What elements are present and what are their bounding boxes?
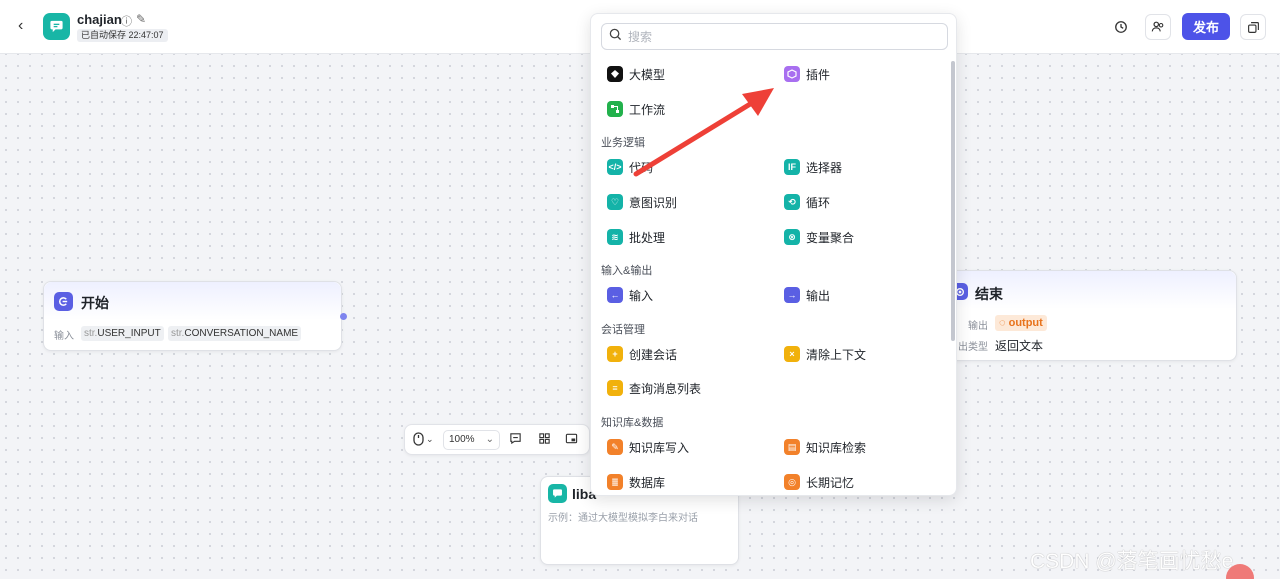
node-item-label: 变量聚合 — [806, 230, 855, 245]
save-status-badge: 已自动保存 22:47:07 — [77, 29, 168, 42]
search-box[interactable] — [601, 23, 948, 50]
node-item-label: 意图识别 — [629, 195, 678, 210]
node-title: 结束 — [975, 286, 1003, 302]
node-item-label: 清除上下文 — [806, 347, 867, 362]
chevron-down-icon: ⌄ — [485, 434, 494, 445]
node-item-output[interactable]: → 输出 — [784, 284, 830, 306]
history-icon — [1115, 21, 1127, 33]
node-item-label: 选择器 — [806, 160, 843, 175]
layers-icon: ≋ — [607, 229, 623, 245]
message-list-icon: ≡ — [607, 380, 623, 396]
search-input[interactable] — [628, 28, 928, 46]
auto-layout-icon[interactable] — [538, 432, 551, 448]
watermark: CSDN @落笔画忧愁e — [1030, 550, 1234, 573]
input-label: 输入 — [54, 331, 74, 342]
node-item-database[interactable]: ≣ 数据库 — [607, 471, 665, 493]
chat-bubble-icon — [548, 484, 567, 503]
node-item-batch[interactable]: ≋ 批处理 — [607, 226, 665, 248]
canvas-toolbar: ⌄ 100% ⌄ — [404, 424, 590, 455]
start-node[interactable]: 开始 输入 str.USER_INPUT str.CONVERSATION_NA… — [43, 281, 342, 351]
node-description: 示例：通过大模型模拟李白来对话 — [548, 513, 698, 524]
chat-bubble-icon — [50, 20, 63, 33]
chevron-left-icon[interactable]: ‹ — [18, 17, 23, 35]
knowledge-search-icon: ▤ — [784, 439, 800, 455]
section-title: 会话管理 — [601, 324, 645, 336]
node-item-loop[interactable]: ⟲ 循环 — [784, 191, 830, 213]
node-item-label: 创建会话 — [629, 347, 678, 362]
layout-button[interactable] — [1240, 14, 1266, 40]
node-item-label: 循环 — [806, 195, 831, 210]
database-icon: ≣ — [607, 474, 623, 490]
loop-icon: ⟲ — [784, 194, 800, 210]
scrollbar[interactable] — [951, 61, 955, 341]
node-item-selector[interactable]: IF 选择器 — [784, 156, 842, 178]
type-value: 返回文本 — [995, 339, 1044, 353]
conversation-icon: + — [607, 346, 623, 362]
zoom-select[interactable]: 100% ⌄ — [443, 430, 500, 450]
node-item-label: 输出 — [806, 288, 831, 303]
node-item-clear-context[interactable]: × 清除上下文 — [784, 343, 866, 365]
edit-icon[interactable]: ✎ — [136, 12, 146, 26]
users-icon — [1151, 21, 1164, 32]
node-item-variable-aggregate[interactable]: ⊗ 变量聚合 — [784, 226, 854, 248]
comment-icon[interactable] — [509, 432, 522, 448]
node-item-query-messages[interactable]: ≡ 查询消息列表 — [607, 377, 701, 399]
param-tag: str.CONVERSATION_NAME — [168, 326, 302, 341]
node-item-label: 长期记忆 — [806, 475, 855, 490]
node-item-label: 查询消息列表 — [629, 381, 702, 396]
param-tag: str.USER_INPUT — [81, 326, 164, 341]
node-item-label: 输入 — [629, 288, 654, 303]
start-icon — [54, 292, 73, 311]
variable-icon: ◌ — [999, 317, 1006, 329]
app-icon — [43, 13, 70, 40]
collaborators-button[interactable] — [1145, 14, 1171, 40]
node-item-long-term-memory[interactable]: ◎ 长期记忆 — [784, 471, 854, 493]
publish-button[interactable]: 发布 — [1182, 13, 1230, 40]
copy-icon — [1247, 21, 1259, 33]
node-item-label: 插件 — [806, 67, 831, 82]
clear-context-icon: × — [784, 346, 800, 362]
intent-icon: ♡ — [607, 194, 623, 210]
output-port[interactable] — [340, 313, 347, 320]
end-node[interactable]: 结束 输出 ◌ output 出类型 返回文本 — [930, 270, 1237, 361]
search-icon — [609, 28, 622, 44]
output-icon: → — [784, 287, 800, 303]
chevron-down-icon[interactable]: ⌄ — [426, 434, 434, 445]
node-item-knowledge-write[interactable]: ✎ 知识库写入 — [607, 436, 689, 458]
memory-icon: ◎ — [784, 474, 800, 490]
node-item-label: 知识库检索 — [806, 440, 867, 455]
input-icon: ← — [607, 287, 623, 303]
annotation-arrow — [633, 88, 774, 177]
avatar — [1226, 564, 1254, 579]
node-item-plugin[interactable]: 插件 — [784, 63, 830, 85]
output-label: 输出 — [968, 321, 988, 332]
node-title: 开始 — [81, 295, 109, 311]
zoom-level: 100% — [449, 434, 475, 445]
minimap-icon[interactable] — [565, 432, 578, 448]
output-variable-tag: ◌ output — [995, 315, 1047, 331]
history-button[interactable] — [1108, 14, 1134, 40]
node-item-label: 数据库 — [629, 475, 666, 490]
mouse-mode-icon[interactable] — [413, 432, 424, 449]
node-item-input[interactable]: ← 输入 — [607, 284, 653, 306]
info-icon[interactable]: ⓘ — [121, 13, 132, 29]
knowledge-write-icon: ✎ — [607, 439, 623, 455]
node-item-label: 批处理 — [629, 230, 666, 245]
node-item-create-conversation[interactable]: + 创建会话 — [607, 343, 677, 365]
node-item-knowledge-search[interactable]: ▤ 知识库检索 — [784, 436, 866, 458]
app-name: chajian — [77, 12, 122, 27]
section-title: 知识库&数据 — [601, 417, 664, 429]
section-title: 输入&输出 — [601, 265, 653, 277]
node-item-intent[interactable]: ♡ 意图识别 — [607, 191, 677, 213]
node-item-label: 知识库写入 — [629, 440, 690, 455]
aggregate-icon: ⊗ — [784, 229, 800, 245]
type-label: 出类型 — [958, 342, 988, 353]
